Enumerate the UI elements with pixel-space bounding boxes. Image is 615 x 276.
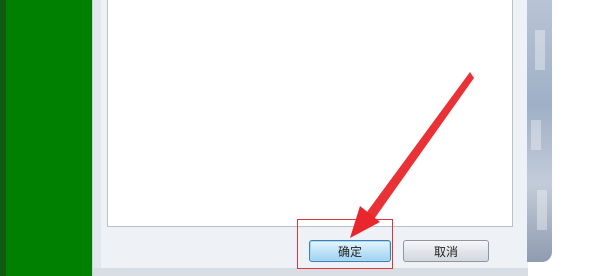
dialog-footer — [93, 268, 528, 276]
dialog-content-list[interactable] — [107, 0, 513, 227]
left-edge-strip — [0, 0, 6, 276]
left-green-panel — [0, 0, 92, 276]
dialog-left-border — [93, 0, 101, 276]
cancel-button[interactable]: 取消 — [403, 240, 489, 262]
ok-button-highlight-box — [297, 219, 393, 269]
desktop-background — [527, 0, 552, 262]
outside-area — [552, 0, 615, 276]
